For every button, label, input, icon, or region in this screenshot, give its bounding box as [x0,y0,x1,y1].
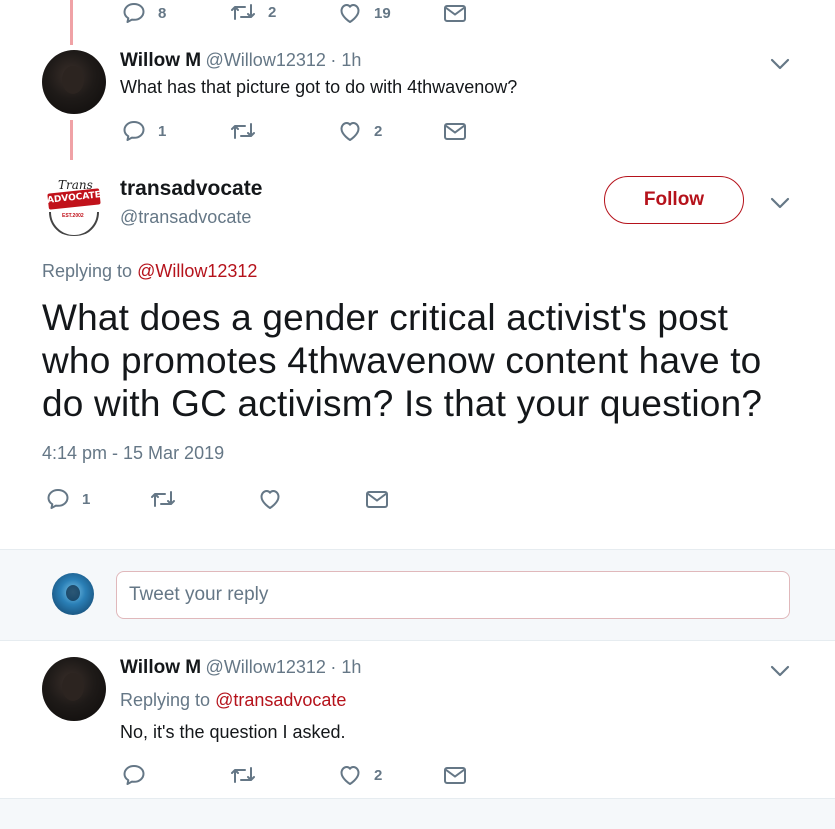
tweet-text: No, it's the question I asked. [120,722,346,742]
chevron-down-icon[interactable] [769,57,791,71]
replying-to-link[interactable]: @Willow12312 [137,261,257,281]
reply-count: 8 [158,4,167,22]
reply-action[interactable]: 8 [122,2,166,24]
like-icon [260,490,280,509]
tweet-timestamp[interactable]: 4:14 pm - 15 Mar 2019 [42,443,224,464]
reply-action[interactable] [122,764,146,786]
retweet-icon [151,491,175,507]
retweet-icon [231,4,255,20]
like-action[interactable]: 19 [338,2,391,24]
reply-action[interactable]: 1 [122,120,166,142]
transadvocate-logo[interactable]: Trans ADVOCATE EST.2002 [42,172,106,236]
avatar-figure [62,66,84,94]
thread-line [70,120,73,160]
user-handle[interactable]: @transadvocate [120,207,251,228]
replying-to-label: Replying to [120,690,211,710]
message-icon [366,491,388,508]
reply-input[interactable]: Tweet your reply [116,571,790,619]
replying-to: Replying to @Willow12312 [42,261,257,282]
retweet-icon [231,123,255,139]
message-action[interactable] [365,489,389,509]
avatar[interactable] [42,657,106,721]
comment-icon [123,3,145,23]
my-avatar[interactable] [52,573,94,615]
display-name[interactable]: Willow M [120,657,201,678]
message-icon [444,5,466,22]
comment-icon [123,121,145,141]
thread-footer [0,798,835,829]
user-handle[interactable]: @Willow12312 [206,50,326,70]
tweet-header: Willow M @Willow12312 · 1h [120,657,361,679]
display-name[interactable]: Willow M [120,50,201,71]
like-icon [340,766,360,785]
tweet-time[interactable]: · 1h [330,50,361,70]
replying-to-link[interactable]: @transadvocate [215,690,346,710]
avatar-figure [62,673,84,701]
like-action[interactable] [258,488,282,510]
like-count: 2 [374,766,383,784]
reply-count: 1 [158,122,167,140]
tweet-text: What does a gender critical activist's p… [42,297,763,424]
retweet-action[interactable] [150,489,176,509]
retweet-icon [231,767,255,783]
like-icon [340,4,360,23]
like-action[interactable]: 2 [338,120,382,142]
retweet-action[interactable] [230,765,256,785]
display-name[interactable]: transadvocate [120,177,262,201]
message-icon [444,123,466,140]
tweet-header: Willow M @Willow12312 · 1h [120,50,361,72]
user-handle[interactable]: @Willow12312 [206,657,326,677]
message-action[interactable] [443,765,467,785]
message-icon [444,767,466,784]
replying-to-label: Replying to [42,261,133,281]
comment-icon [123,765,145,785]
tweet-thread: 8 2 19 Willow M @Willow12312 · 1h What h… [0,0,835,829]
tweet-text: What has that picture got to do with 4th… [120,77,518,97]
follow-button[interactable]: Follow [604,176,744,224]
thread-line [70,0,73,45]
avatar-figure [66,585,80,601]
like-icon [340,122,360,141]
logo-text-bottom: EST.2002 [62,213,84,219]
chevron-down-icon[interactable] [769,196,791,210]
message-action[interactable] [443,121,467,141]
replying-to: Replying to @transadvocate [120,690,346,711]
avatar[interactable] [42,50,106,114]
retweet-action[interactable] [230,121,256,141]
logo-text-top: Trans [58,178,93,192]
like-action[interactable]: 2 [338,764,382,786]
message-action[interactable] [443,3,467,23]
reply-action[interactable]: 1 [46,488,90,510]
reply-count: 1 [82,490,91,508]
comment-icon [47,489,69,509]
chevron-down-icon[interactable] [769,664,791,678]
retweet-action[interactable]: 2 [230,2,276,22]
like-count: 2 [374,122,383,140]
tweet-time[interactable]: · 1h [330,657,361,677]
retweet-count: 2 [268,3,277,21]
like-count: 19 [374,4,391,22]
